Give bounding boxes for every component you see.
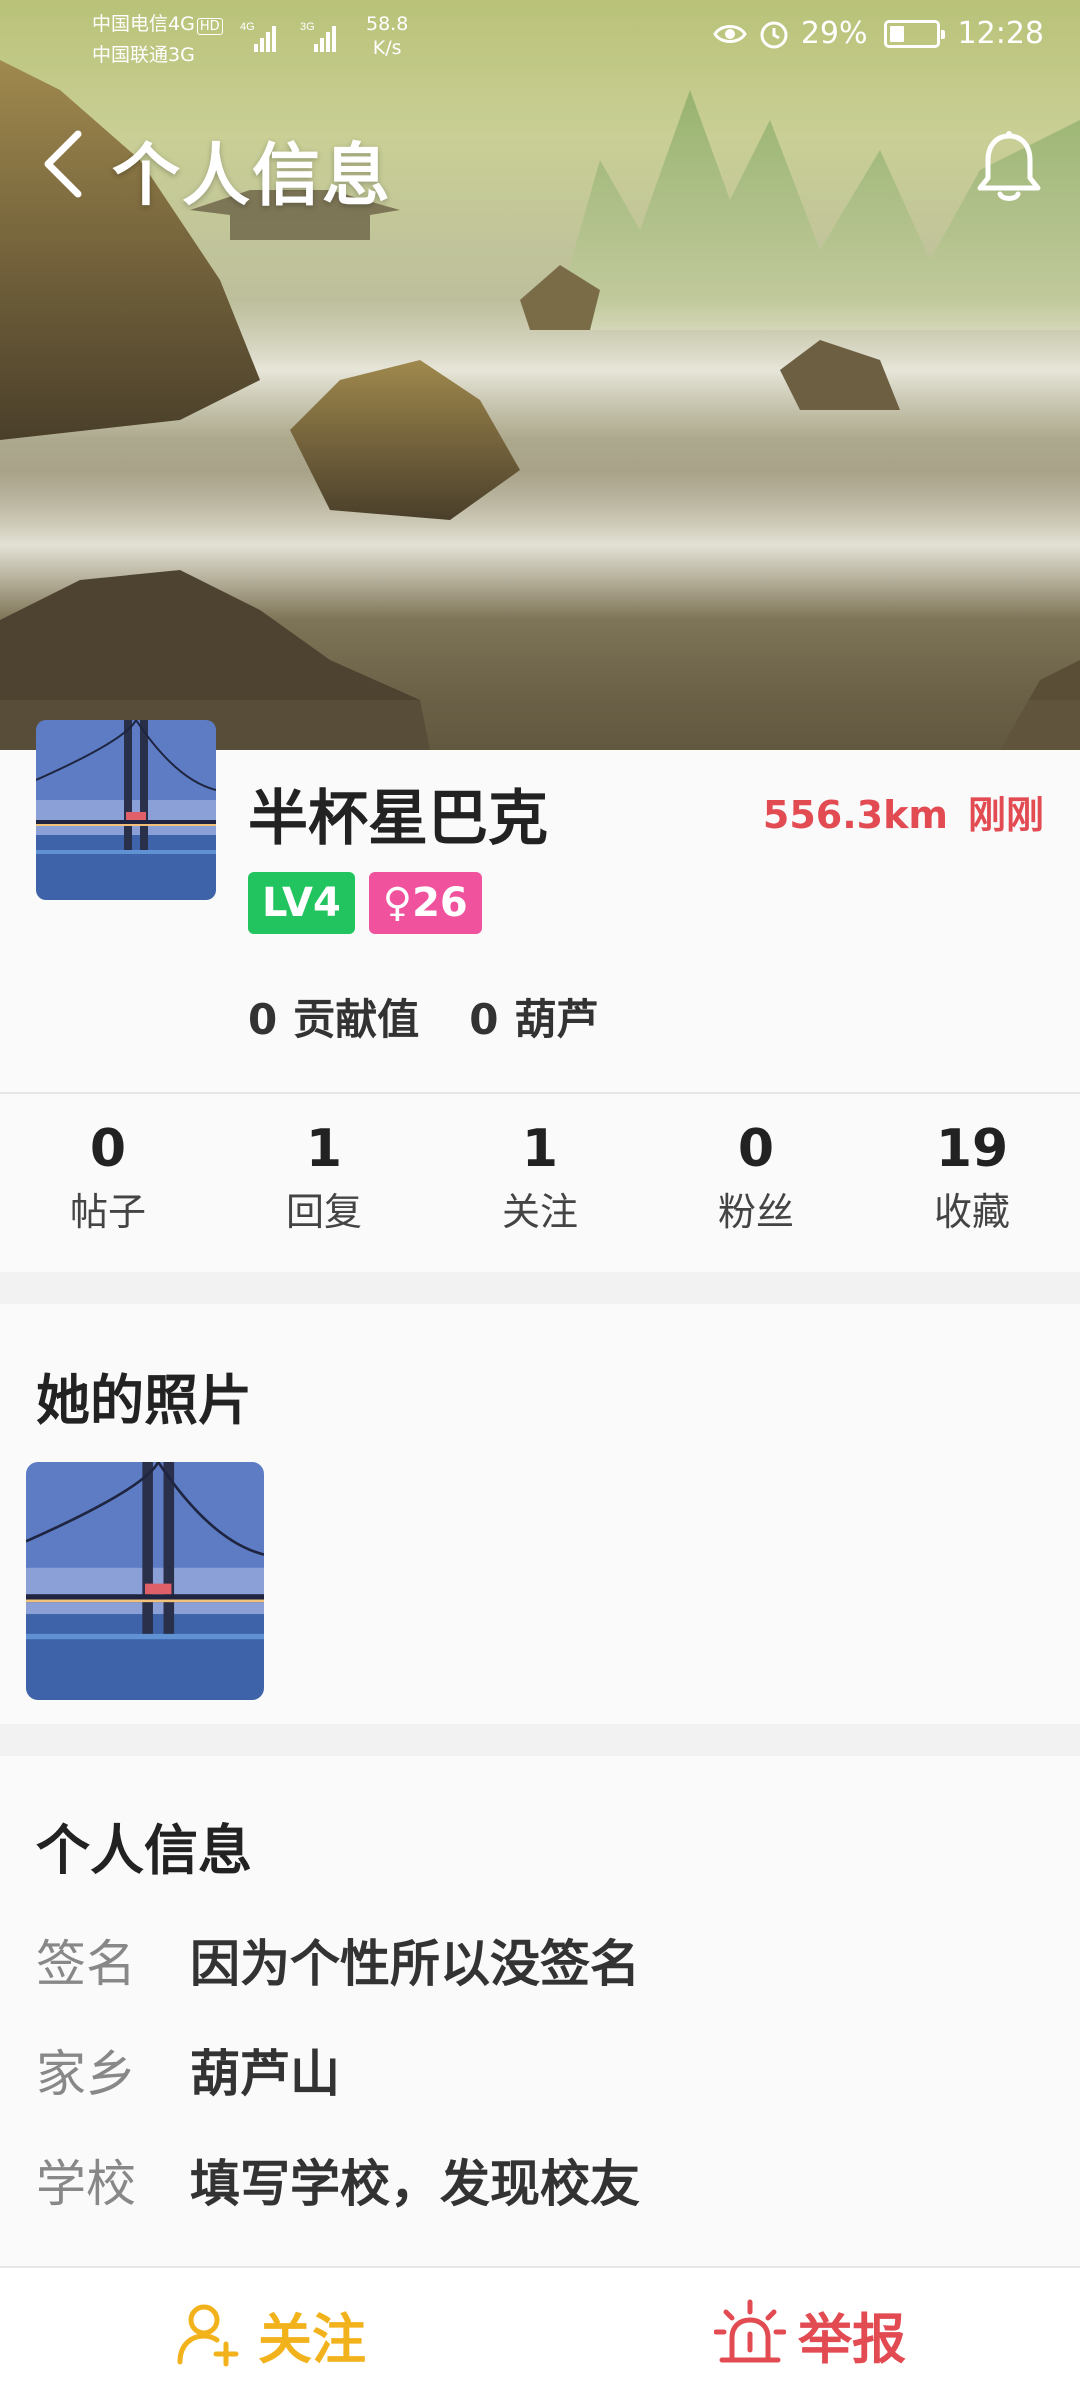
bell-icon[interactable] bbox=[974, 130, 1044, 204]
count-favorites[interactable]: 19 收藏 bbox=[864, 1094, 1080, 1272]
info-value: 葫芦山 bbox=[190, 2045, 340, 2103]
clock: 12:28 bbox=[957, 16, 1044, 51]
bridge-photo bbox=[36, 720, 216, 900]
nickname: 半杯星巴克 bbox=[248, 784, 548, 854]
bottom-action-bar: 关注 举报 bbox=[0, 2266, 1080, 2400]
count-following[interactable]: 1 关注 bbox=[432, 1094, 648, 1272]
count-value: 1 bbox=[521, 1119, 559, 1179]
eye-icon bbox=[713, 24, 747, 43]
carrier-info: 中国电信4G HD 中国联通3G bbox=[92, 10, 223, 70]
info-row-school[interactable]: 学校 填写学校，发现校友 bbox=[36, 2152, 640, 2216]
cover-image: 中国电信4G HD 中国联通3G 4G 3G 58.8 K/s 29% 12:2… bbox=[0, 0, 1080, 750]
level-badge: LV4 bbox=[248, 872, 355, 934]
photos-section: 她的照片 bbox=[0, 1304, 1080, 1724]
count-label: 收藏 bbox=[933, 1190, 1010, 1234]
info-row-hometown: 家乡 葫芦山 bbox=[36, 2042, 340, 2106]
info-value: 因为个性所以没签名 bbox=[190, 1935, 640, 1993]
info-title: 个人信息 bbox=[36, 1819, 252, 1882]
gender-age-badge: ♀26 bbox=[368, 872, 482, 934]
info-row-signature: 签名 因为个性所以没签名 bbox=[36, 1932, 640, 1996]
follow-button[interactable]: 关注 bbox=[0, 2268, 540, 2400]
alarm-siren-icon bbox=[714, 2299, 786, 2363]
avatar[interactable] bbox=[36, 720, 216, 900]
bridge-photo bbox=[26, 1462, 264, 1700]
follow-label: 关注 bbox=[258, 2307, 366, 2371]
page-title: 个人信息 bbox=[112, 137, 393, 216]
carrier-1: 中国电信4G bbox=[92, 13, 195, 35]
count-posts[interactable]: 0 帖子 bbox=[0, 1094, 216, 1272]
gourd-label: 葫芦 bbox=[514, 995, 599, 1044]
hd-badge: HD bbox=[196, 18, 223, 35]
network-type-2: 3G bbox=[300, 21, 315, 33]
activity-counts: 0 帖子 1 回复 1 关注 0 粉丝 19 收藏 bbox=[0, 1092, 1080, 1272]
battery-icon bbox=[883, 19, 945, 48]
info-key: 家乡 bbox=[36, 2045, 136, 2103]
count-value: 0 bbox=[89, 1119, 127, 1179]
network-speed: 58.8 K/s bbox=[366, 12, 408, 60]
distance-value: 556.3km bbox=[762, 793, 948, 837]
info-value: 填写学校，发现校友 bbox=[190, 2155, 640, 2213]
landscape-illustration bbox=[0, 60, 1080, 750]
count-value: 1 bbox=[305, 1119, 343, 1179]
count-fans[interactable]: 0 粉丝 bbox=[648, 1094, 864, 1272]
photos-title: 她的照片 bbox=[36, 1369, 252, 1432]
speed-value: 58.8 bbox=[366, 13, 409, 35]
carrier-2: 中国联通3G bbox=[92, 44, 195, 66]
user-add-icon bbox=[177, 2304, 239, 2367]
status-bar: 中国电信4G HD 中国联通3G 4G 3G 58.8 K/s 29% 12:2… bbox=[0, 0, 1080, 72]
contribution-count: 0 bbox=[248, 995, 278, 1044]
report-button[interactable]: 举报 bbox=[540, 2268, 1080, 2400]
distance-info: 556.3km 刚刚 bbox=[763, 784, 1044, 839]
contribution-stats: 0 贡献值 0 葫芦 bbox=[248, 986, 599, 1047]
battery-percent: 29% bbox=[800, 16, 868, 51]
chevron-left-icon[interactable] bbox=[36, 124, 96, 204]
count-value: 19 bbox=[935, 1119, 1009, 1179]
count-replies[interactable]: 1 回复 bbox=[216, 1094, 432, 1272]
count-value: 0 bbox=[737, 1119, 775, 1179]
speed-unit: K/s bbox=[372, 37, 402, 59]
photo-thumbnail[interactable] bbox=[26, 1462, 264, 1700]
info-key: 签名 bbox=[36, 1935, 136, 1993]
personal-info-section: 个人信息 签名 因为个性所以没签名 家乡 葫芦山 学校 填写学校，发现校友 bbox=[0, 1756, 1080, 2266]
count-label: 帖子 bbox=[69, 1190, 146, 1234]
last-active: 刚刚 bbox=[967, 793, 1044, 837]
contribution-label: 贡献值 bbox=[293, 995, 420, 1044]
profile-card: 半杯星巴克 556.3km 刚刚 LV4 ♀26 0 贡献值 0 葫芦 bbox=[0, 720, 1080, 1092]
alarm-icon bbox=[760, 21, 788, 48]
info-key: 学校 bbox=[36, 2155, 136, 2213]
signal-icon: 4G 3G bbox=[240, 21, 336, 52]
count-label: 粉丝 bbox=[717, 1190, 794, 1234]
network-type-1: 4G bbox=[240, 21, 255, 33]
gourd-count: 0 bbox=[469, 995, 499, 1044]
count-label: 回复 bbox=[285, 1190, 362, 1234]
badges: LV4 ♀26 bbox=[248, 872, 482, 934]
report-label: 举报 bbox=[798, 2307, 906, 2371]
count-label: 关注 bbox=[501, 1190, 578, 1234]
